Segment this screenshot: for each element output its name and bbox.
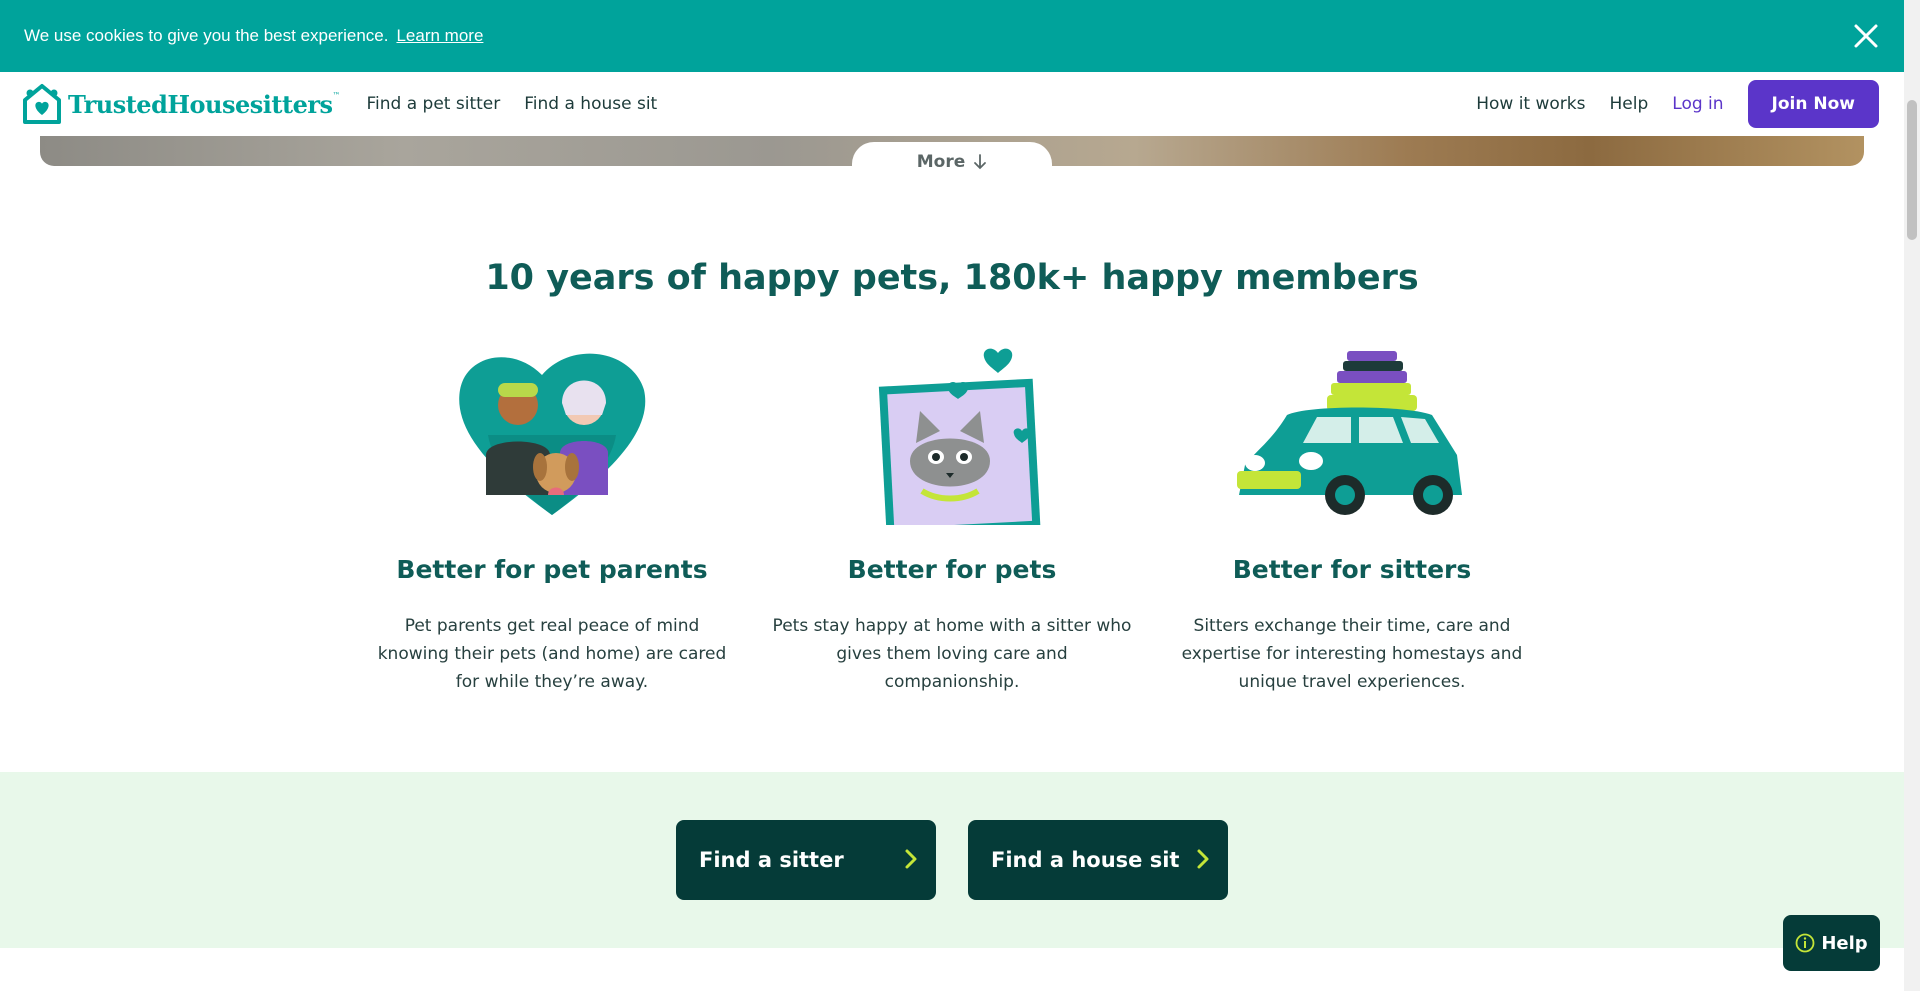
chevron-right-icon (905, 849, 917, 869)
nav-find-house-sit[interactable]: Find a house sit (524, 94, 657, 114)
pets-illustration (772, 345, 1132, 525)
find-sitter-label: Find a sitter (699, 848, 844, 872)
site-header: TrustedHousesitters ™ Find a pet sitter … (0, 72, 1904, 136)
info-icon (1795, 933, 1815, 953)
feature-title: Better for pet parents (396, 555, 708, 584)
cta-band (0, 772, 1904, 948)
cookie-message: We use cookies to give you the best expe… (24, 26, 389, 45)
more-button[interactable]: More (852, 142, 1052, 182)
scrollbar-thumb[interactable] (1907, 100, 1917, 240)
primary-nav: Find a pet sitter Find a house sit (367, 94, 658, 114)
section-headline: 10 years of happy pets, 180k+ happy memb… (485, 258, 1419, 298)
heart-family-icon (459, 353, 646, 515)
find-sitter-button[interactable]: Find a sitter (676, 820, 936, 900)
page-scrollbar[interactable] (1904, 0, 1920, 991)
sitters-illustration (1172, 345, 1532, 525)
nav-find-pet-sitter[interactable]: Find a pet sitter (367, 94, 501, 114)
nav-how-it-works[interactable]: How it works (1476, 94, 1585, 114)
feature-pet-parents: Better for pet parents Pet parents get r… (372, 345, 732, 696)
help-widget-button[interactable]: Help (1783, 915, 1880, 971)
feature-text: Pets stay happy at home with a sitter wh… (772, 616, 1132, 692)
arrow-down-icon (974, 154, 987, 170)
logo[interactable]: TrustedHousesitters ™ (22, 83, 341, 125)
find-house-sit-button[interactable]: Find a house sit (968, 820, 1228, 900)
login-link[interactable]: Log in (1672, 94, 1723, 114)
feature-text: Pet parents get real peace of mind knowi… (377, 616, 727, 692)
feature-text: Sitters exchange their time, care and ex… (1181, 616, 1523, 692)
close-icon[interactable] (1852, 22, 1880, 50)
learn-more-link[interactable]: Learn more (396, 26, 483, 46)
help-widget-label: Help (1821, 932, 1868, 954)
secondary-nav: How it works Help Log in Join Now (1476, 80, 1879, 128)
feature-pets: Better for pets Pets stay happy at home … (772, 345, 1132, 696)
house-logo-icon (23, 84, 61, 124)
chevron-right-icon (1197, 849, 1209, 869)
trademark-mark: ™ (332, 91, 341, 100)
more-label: More (916, 152, 966, 172)
logo-text: TrustedHousesitters (68, 89, 333, 119)
feature-sitters: Better for sitters Sitters exchange thei… (1172, 345, 1532, 696)
cookie-banner: We use cookies to give you the best expe… (0, 0, 1904, 72)
join-now-button[interactable]: Join Now (1747, 80, 1879, 128)
pet-parents-illustration (372, 345, 732, 525)
feature-title: Better for sitters (1232, 555, 1472, 584)
nav-help[interactable]: Help (1610, 94, 1649, 114)
find-house-sit-label: Find a house sit (991, 848, 1180, 872)
feature-title: Better for pets (847, 555, 1057, 584)
car-luggage-icon (1237, 351, 1462, 515)
cat-portrait-icon (878, 348, 1041, 525)
